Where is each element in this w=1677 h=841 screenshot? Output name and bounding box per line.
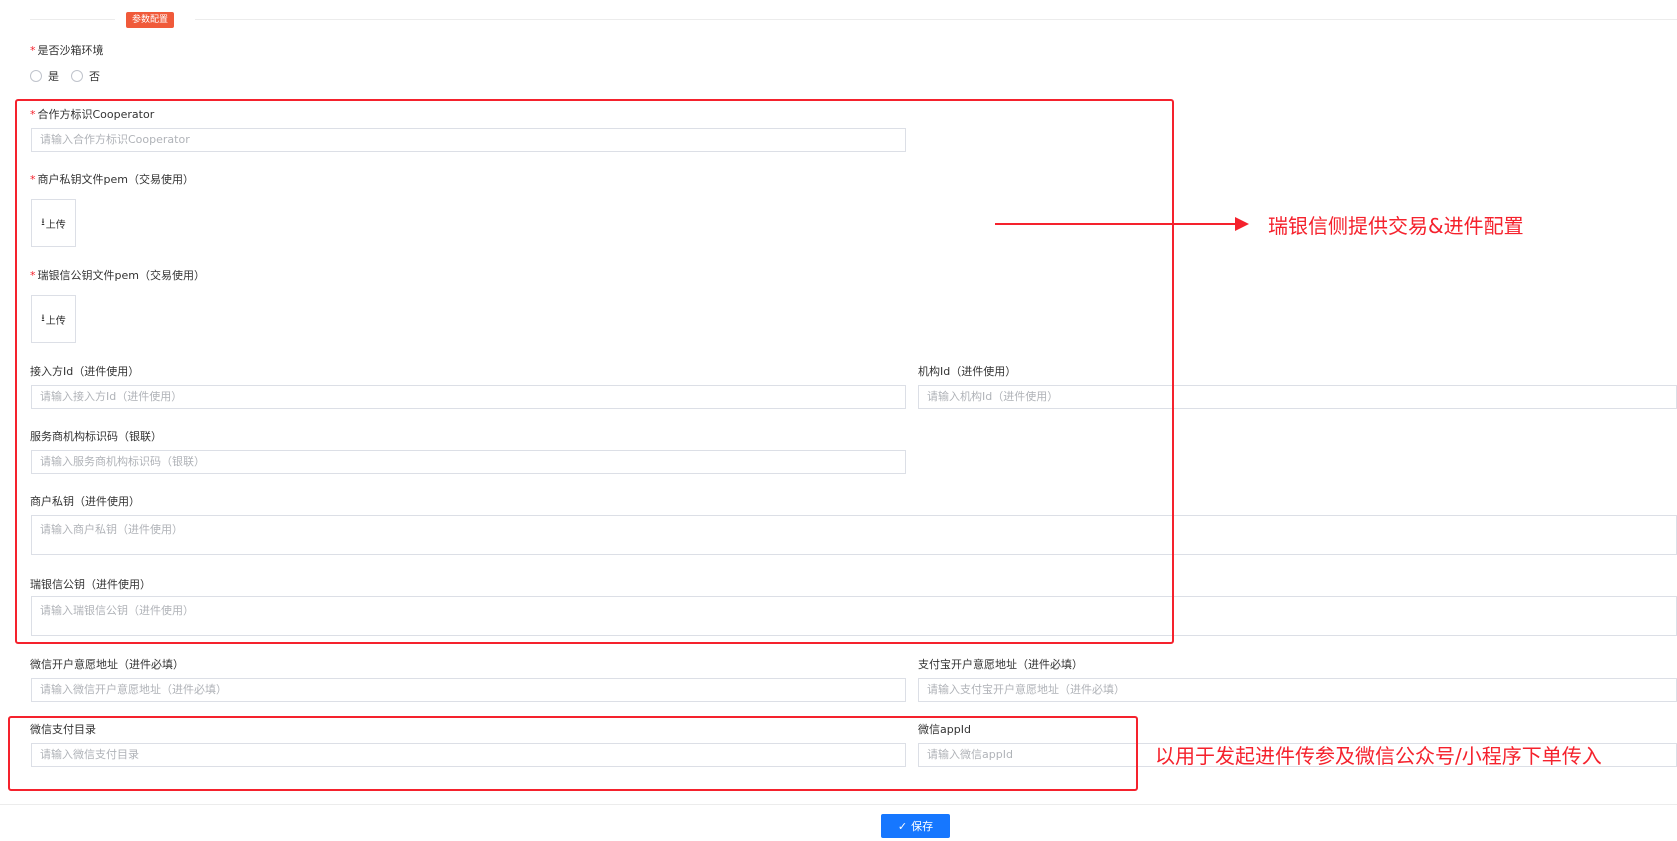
- sandbox-label: * 是否沙箱环境: [30, 44, 104, 57]
- save-button-label: 保存: [911, 820, 934, 833]
- required-mark: *: [30, 44, 36, 57]
- radio-circle[interactable]: [30, 70, 42, 82]
- annotation-box-bottom: [8, 716, 1138, 791]
- wechat-intent-url-input[interactable]: 请输入微信开户意愿地址（进件必填）: [31, 678, 906, 702]
- annotation-box-top: [15, 99, 1174, 644]
- radio-label-no: 否: [89, 70, 100, 83]
- annotation-arrow-icon: [995, 217, 1249, 231]
- save-button[interactable]: ✓ 保存: [881, 814, 950, 838]
- section-divider-right: [195, 19, 1677, 20]
- annotation-text-bottom: 以用于发起进件传参及微信公众号/小程序下单传入: [1155, 744, 1602, 768]
- sandbox-radio-no[interactable]: 否: [71, 68, 100, 84]
- check-icon: ✓: [897, 819, 908, 833]
- wechat-intent-url-label: 微信开户意愿地址（进件必填）: [30, 658, 184, 671]
- annotation-text-top: 瑞银信侧提供交易&进件配置: [1268, 214, 1524, 238]
- alipay-intent-url-input[interactable]: 请输入支付宝开户意愿地址（进件必填）: [918, 678, 1677, 702]
- section-divider-left: [30, 19, 115, 20]
- sandbox-radio-yes[interactable]: 是: [30, 68, 59, 84]
- radio-label-yes: 是: [48, 70, 59, 83]
- footer-divider: [0, 804, 1677, 805]
- alipay-intent-url-label: 支付宝开户意愿地址（进件必填）: [918, 658, 1083, 671]
- radio-circle[interactable]: [71, 70, 83, 82]
- section-title-badge: 参数配置: [126, 12, 175, 28]
